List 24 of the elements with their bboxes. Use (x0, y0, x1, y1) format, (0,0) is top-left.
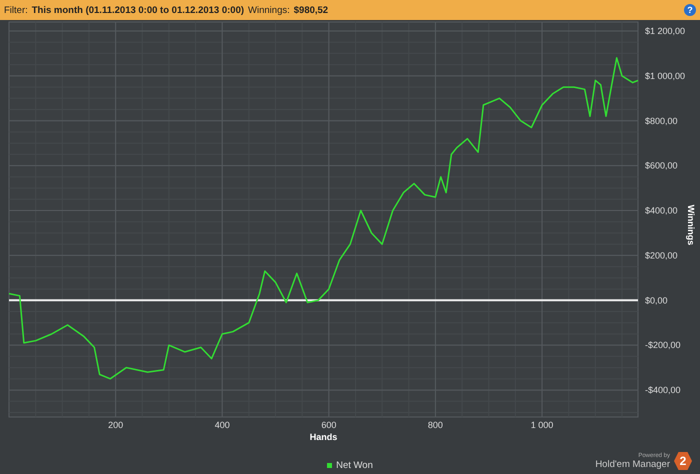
y-tick-label: $600,00 (645, 160, 678, 171)
y-axis-title: Winnings (686, 204, 696, 246)
x-axis-title: Hands (310, 432, 338, 442)
logo-badge: 2 (674, 452, 692, 470)
x-tick-label: 200 (108, 420, 124, 430)
filter-value: This month (01.11.2013 0:00 to 01.12.2013 0:00) (32, 4, 244, 16)
x-tick-label: 400 (214, 420, 230, 430)
legend-label: Net Won (336, 460, 373, 471)
y-tick-label: $800,00 (645, 116, 678, 126)
x-tick-label: 600 (321, 420, 336, 430)
y-tick-label: $400,00 (645, 206, 678, 216)
y-tick-label: $200,00 (645, 250, 678, 260)
winnings-label: Winnings: (248, 4, 290, 16)
x-tick-label: 1 000 (530, 420, 554, 430)
y-tick-label: $1 000,00 (645, 70, 686, 81)
product-name: Hold'em Manager (595, 458, 670, 470)
y-tick-label: -$200,00 (645, 340, 681, 350)
x-tick-label: 800 (428, 420, 443, 430)
help-icon[interactable]: ? (684, 4, 696, 16)
y-tick-label: -$400,00 (645, 385, 681, 396)
filter-label: Filter: (4, 4, 28, 16)
y-tick-label: $0,00 (645, 295, 668, 306)
winnings-value: $980,52 (294, 4, 328, 16)
y-tick-label: $1 200,00 (645, 26, 686, 36)
